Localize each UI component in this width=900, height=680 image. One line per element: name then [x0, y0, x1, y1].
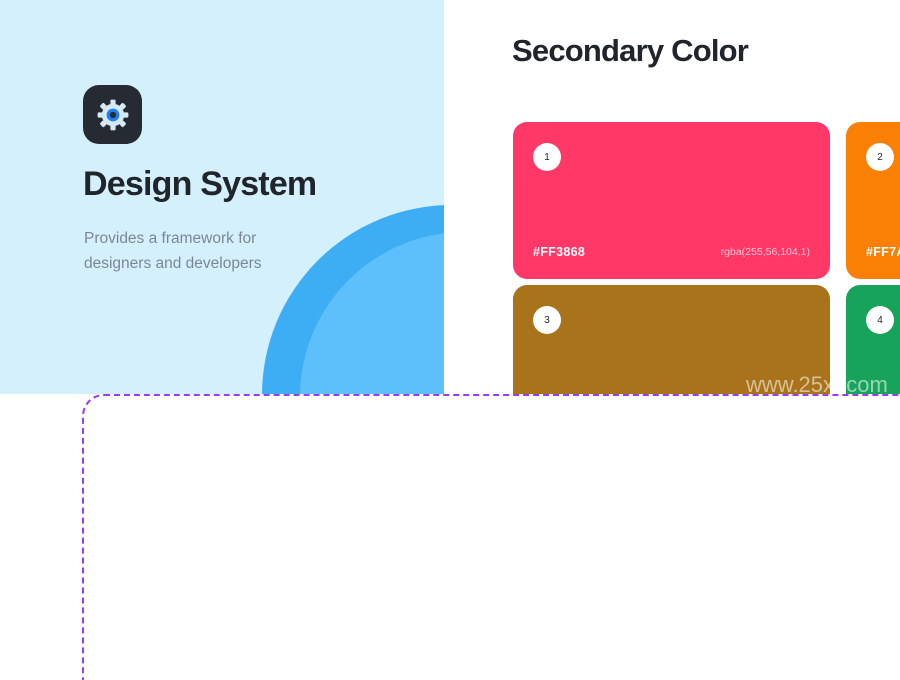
color-swatch[interactable]: 2 #FF7A00 rgba(255,122,0,1): [846, 122, 900, 279]
hero-subtitle-line1: Provides a framework for: [84, 230, 257, 247]
swatch-index-badge: 2: [866, 143, 894, 171]
swatch-index-badge: 4: [866, 306, 894, 334]
page-title: Design System: [83, 165, 317, 203]
swatch-rgba-label: rgba(255,56,104,1): [720, 246, 810, 258]
screen: Design System Provides a framework for d…: [0, 0, 900, 680]
color-swatch[interactable]: 1 #FF3868 rgba(255,56,104,1): [513, 122, 830, 279]
hero-subtitle: Provides a framework for designers and d…: [84, 226, 262, 276]
swatch-index-badge: 3: [533, 306, 561, 334]
hero-subtitle-line2: designers and developers: [84, 255, 262, 272]
secondary-color-heading: Secondary Color: [512, 33, 749, 68]
form-sheet-selection: [82, 394, 900, 680]
swatch-hex-label: #FF7A00: [866, 245, 900, 259]
swatch-hex-label: #FF3868: [533, 245, 586, 259]
gear-icon: [83, 85, 142, 144]
swatch-index-badge: 1: [533, 143, 561, 171]
